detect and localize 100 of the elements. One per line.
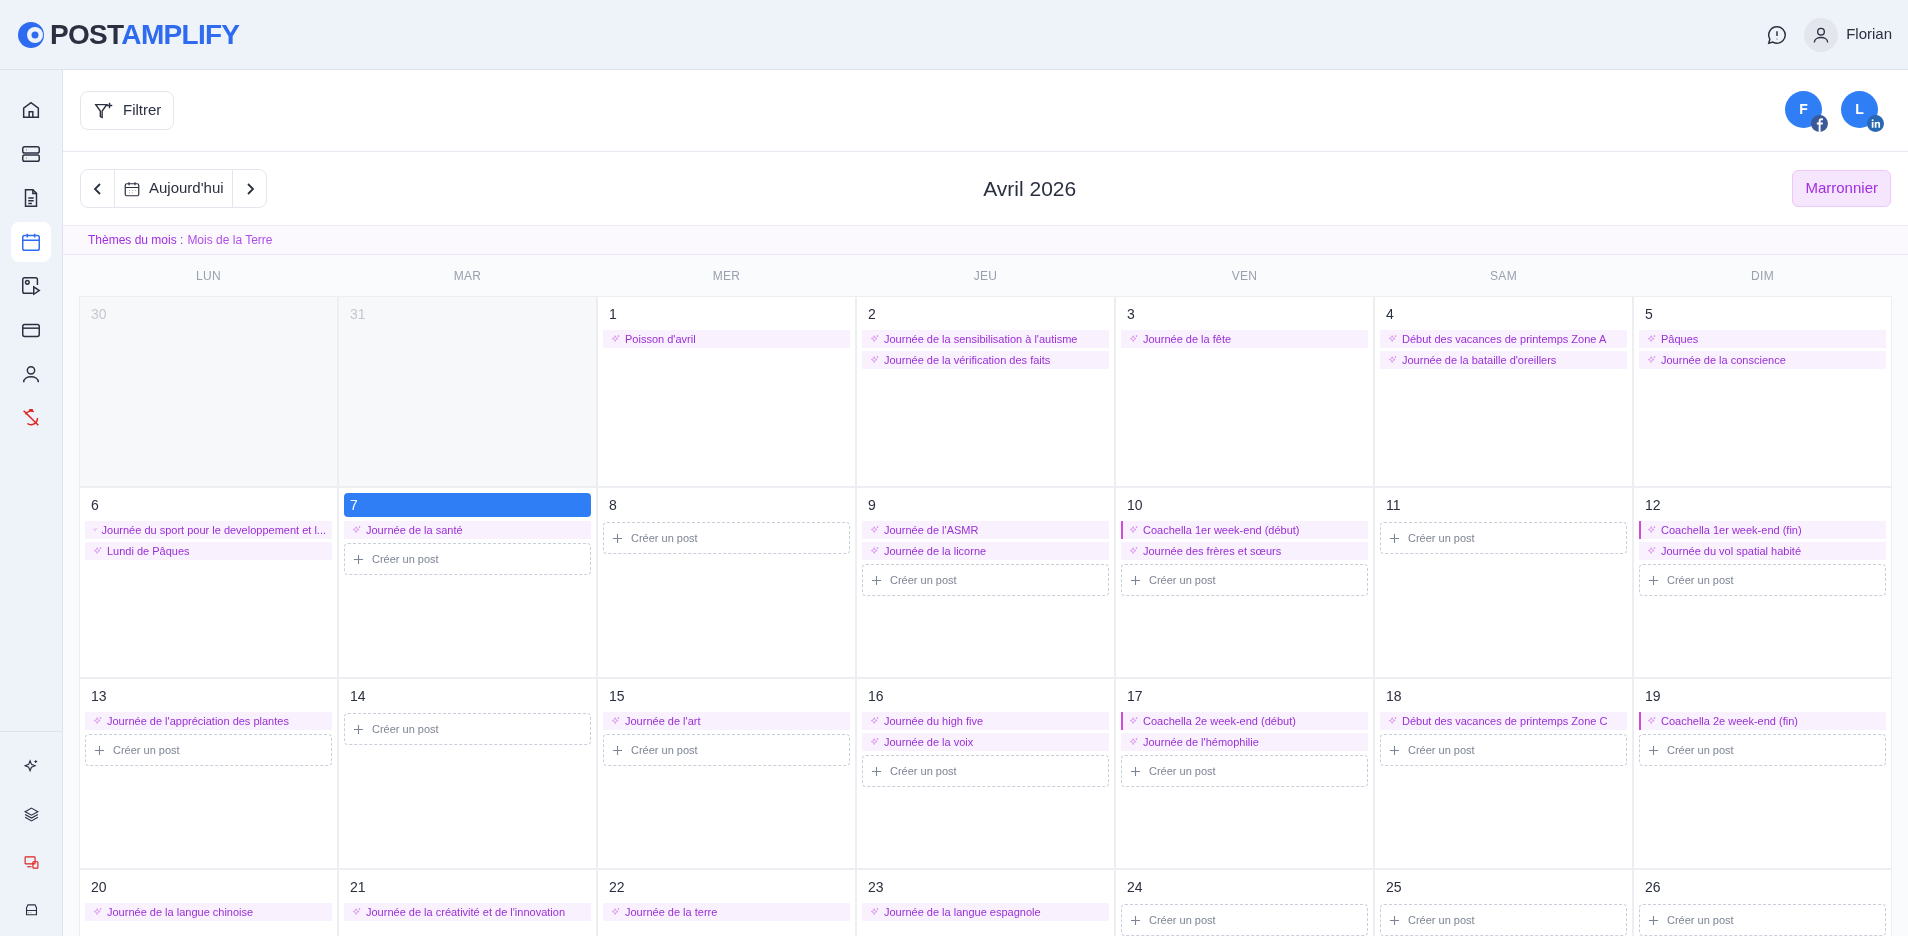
day-cell[interactable]: 10 Coachella 1er week-end (début) Journée des frères et sœurs Créer un post [1116, 488, 1373, 677]
event-chip[interactable]: Journée des frères et sœurs [1121, 542, 1368, 560]
create-post-button[interactable]: Créer un post [1121, 755, 1368, 787]
event-chip[interactable]: Début des vacances de printemps Zone A [1380, 330, 1627, 348]
event-chip[interactable]: Journée de la fête [1121, 330, 1368, 348]
create-post-button[interactable]: Créer un post [603, 734, 850, 766]
account-avatar[interactable]: F [1785, 90, 1822, 128]
plus-icon [1389, 532, 1400, 544]
event-chip[interactable]: Journée de la langue chinoise [85, 903, 332, 921]
filter-button[interactable]: Filtrer [80, 91, 175, 130]
event-chip[interactable]: Poisson d'avril [603, 330, 850, 348]
account-avatar[interactable]: L [1841, 90, 1878, 128]
create-post-button[interactable]: Créer un post [1121, 564, 1368, 596]
plus-icon [871, 574, 882, 586]
day-cell[interactable]: 12 Coachella 1er week-end (fin) Journée du vol spatial habité Créer un post [1634, 488, 1891, 677]
create-post-button[interactable]: Créer un post [1380, 522, 1627, 554]
create-post-button[interactable]: Créer un post [1639, 904, 1886, 936]
day-cell[interactable]: 18 Début des vacances de printemps Zone C Créer un post [1375, 679, 1632, 868]
create-post-button[interactable]: Créer un post [862, 564, 1109, 596]
event-chip[interactable]: Journée du vol spatial habité [1639, 542, 1886, 560]
day-cell[interactable]: 21 Journée de la créativité et de l'innovation [339, 870, 596, 936]
plus-icon [1389, 914, 1400, 926]
day-cell[interactable]: 23 Journée de la langue espagnole [857, 870, 1114, 936]
sparkles-icon [93, 525, 98, 535]
plus-icon [612, 532, 623, 544]
day-cell[interactable]: 9 Journée de l'ASMR Journée de la licorne Créer un post [857, 488, 1114, 677]
layers-icon [22, 805, 40, 823]
event-chip[interactable]: Journée de la voix [862, 733, 1109, 751]
user-name[interactable]: Florian [1846, 23, 1892, 46]
day-cell[interactable]: 20 Journée de la langue chinoise [80, 870, 337, 936]
event-chip[interactable]: Journée de la bataille d'oreillers [1380, 351, 1627, 369]
day-number: 21 [349, 877, 367, 897]
event-chip[interactable]: Journée de la vérification des faits [862, 351, 1109, 369]
day-number: 3 [1126, 304, 1136, 324]
event-chip[interactable]: Coachella 2e week-end (début) [1121, 712, 1368, 730]
event-chip[interactable]: Journée de la créativité et de l'innovation [344, 903, 591, 921]
day-number: 12 [1644, 495, 1662, 515]
create-post-button[interactable]: Créer un post [1639, 564, 1886, 596]
sparkles-icon [870, 546, 880, 556]
day-cell[interactable]: 4 Début des vacances de printemps Zone A Journée de la bataille d'oreillers [1375, 297, 1632, 486]
event-chip[interactable]: Pâques [1639, 330, 1886, 348]
event-chip[interactable]: Journée de la licorne [862, 542, 1109, 560]
create-post-button[interactable]: Créer un post [1380, 734, 1627, 766]
event-chip[interactable]: Journée du high five [862, 712, 1109, 730]
sparkles-icon [1129, 737, 1139, 747]
themes-value[interactable]: Mois de la Terre [187, 231, 273, 249]
event-chip[interactable]: Début des vacances de printemps Zone C [1380, 712, 1627, 730]
day-number: 15 [608, 686, 626, 706]
day-cell[interactable]: 1 Poisson d'avril [598, 297, 855, 486]
event-chip[interactable]: Journée de la sensibilisation à l'autisme [862, 330, 1109, 348]
sparkles-icon [352, 907, 362, 917]
day-cell[interactable]: 26 Créer un post [1634, 870, 1891, 936]
day-cell[interactable]: 17 Coachella 2e week-end (début) Journée de l'hémophilie Créer un post [1116, 679, 1373, 868]
create-post-button[interactable]: Créer un post [1639, 734, 1886, 766]
sparkles-icon [870, 737, 880, 747]
sparkles-icon [1129, 334, 1139, 344]
event-chip[interactable]: Journée de l'ASMR [862, 521, 1109, 539]
day-cell[interactable]: 8 Créer un post [598, 488, 855, 677]
event-chip[interactable]: Journée de la langue espagnole [862, 903, 1109, 921]
marronnier-button[interactable]: Marronnier [1792, 170, 1891, 207]
event-chip[interactable]: Journée de la conscience [1639, 351, 1886, 369]
day-cell[interactable]: 19 Coachella 2e week-end (fin) Créer un post [1634, 679, 1891, 868]
sparkles-icon [611, 334, 621, 344]
feedback-icon[interactable] [1766, 23, 1789, 46]
create-post-button[interactable]: Créer un post [862, 755, 1109, 787]
day-cell[interactable]: 15 Journée de l'art Créer un post [598, 679, 855, 868]
event-chip[interactable]: Journée de la terre [603, 903, 850, 921]
create-post-button[interactable]: Créer un post [344, 543, 591, 575]
weekday-label: JEU [972, 267, 999, 285]
event-chip[interactable]: Lundi de Pâques [85, 542, 332, 560]
weekday-label: VEN [1230, 267, 1259, 285]
create-post-button[interactable]: Créer un post [603, 522, 850, 554]
day-cell[interactable]: 7 Journée de la santé Créer un post [339, 488, 596, 677]
day-cell[interactable]: 3 Journée de la fête [1116, 297, 1373, 486]
create-post-button[interactable]: Créer un post [85, 734, 332, 766]
day-cell[interactable]: 5 Pâques Journée de la conscience [1634, 297, 1891, 486]
event-chip[interactable]: Journée de l'appréciation des plantes [85, 712, 332, 730]
sparkles-icon [352, 525, 362, 535]
event-chip[interactable]: Journée de la santé [344, 521, 591, 539]
event-chip[interactable]: Journée du sport pour le developpement et l... [85, 521, 332, 539]
event-chip[interactable]: Coachella 2e week-end (fin) [1639, 712, 1886, 730]
day-cell[interactable]: 22 Journée de la terre [598, 870, 855, 936]
day-cell[interactable]: 11 Créer un post [1375, 488, 1632, 677]
sparkles-icon [1647, 334, 1657, 344]
event-chip[interactable]: Journée de l'hémophilie [1121, 733, 1368, 751]
day-cell[interactable]: 25 Créer un post [1375, 870, 1632, 936]
home-icon [20, 99, 42, 121]
event-chip[interactable]: Journée de l'art [603, 712, 850, 730]
day-cell[interactable]: 6 Journée du sport pour le developpement et l... Lundi de Pâques [80, 488, 337, 677]
create-post-button[interactable]: Créer un post [1121, 904, 1368, 936]
day-cell[interactable]: 13 Journée de l'appréciation des plantes Créer un post [80, 679, 337, 868]
day-cell[interactable]: 14 Créer un post [339, 679, 596, 868]
create-post-button[interactable]: Créer un post [1380, 904, 1627, 936]
day-cell[interactable]: 2 Journée de la sensibilisation à l'autisme Journée de la vérification des faits [857, 297, 1114, 486]
avatar[interactable] [1804, 17, 1839, 52]
event-chip[interactable]: Coachella 1er week-end (fin) [1639, 521, 1886, 539]
create-post-button[interactable]: Créer un post [344, 713, 591, 745]
day-cell[interactable]: 16 Journée du high five Journée de la voix Créer un post [857, 679, 1114, 868]
event-chip[interactable]: Coachella 1er week-end (début) [1121, 521, 1368, 539]
day-cell[interactable]: 24 Créer un post [1116, 870, 1373, 936]
